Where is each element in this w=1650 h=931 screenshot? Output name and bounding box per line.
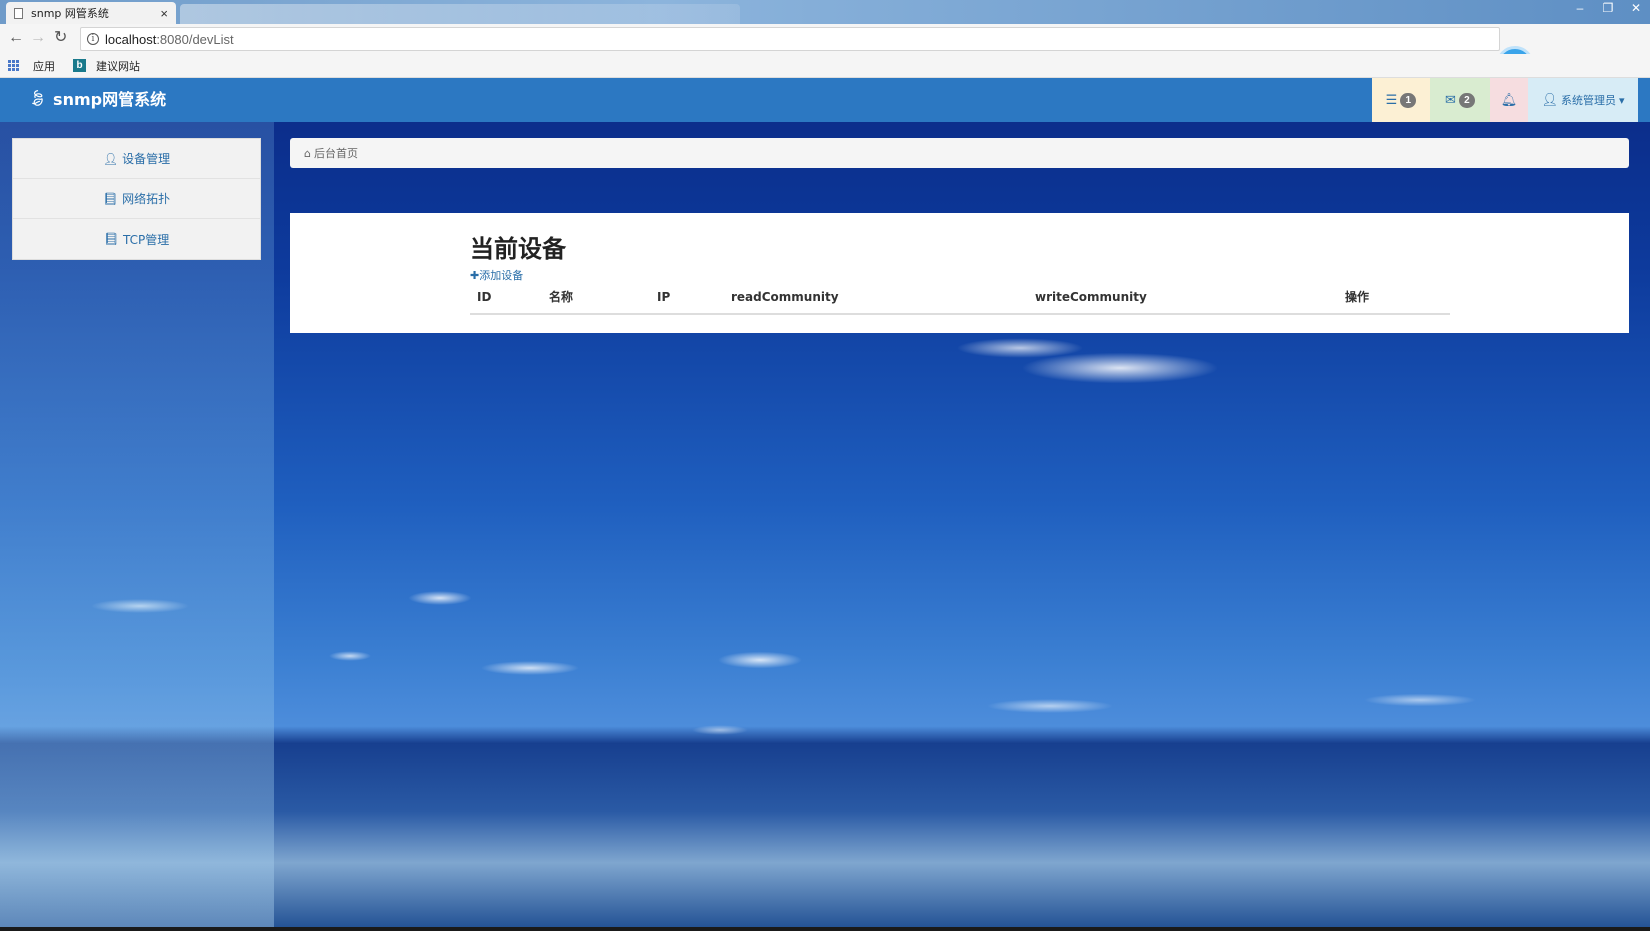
tasks-badge: 1: [1400, 92, 1417, 108]
info-icon[interactable]: i: [87, 33, 99, 45]
browser-tabstrip: snmp 网管系统 × – ❐ ✕: [0, 0, 1650, 24]
tab-close-icon[interactable]: ×: [160, 6, 168, 21]
breadcrumb: ⌂ 后台首页: [290, 138, 1629, 168]
bottom-strip: [0, 927, 1650, 931]
tab-title: snmp 网管系统: [31, 7, 109, 20]
bookmarks-bar: 应用 b 建议网站: [0, 54, 1650, 78]
browser-tab-inactive[interactable]: [180, 4, 740, 24]
column-header-actions: 操作: [1338, 282, 1450, 315]
column-header-read-community: readCommunity: [724, 282, 1028, 315]
brand[interactable]: 🍃︎ snmp网管系统: [28, 86, 166, 110]
column-header-name: 名称: [542, 282, 650, 315]
column-header-write-community: writeCommunity: [1028, 282, 1338, 315]
book-icon: 📘︎: [103, 232, 119, 246]
caret-down-icon: ▾: [1618, 93, 1625, 107]
user-icon: 👤︎: [1541, 92, 1558, 108]
add-device-label: 添加设备: [479, 269, 524, 282]
bookmark-apps[interactable]: 应用: [33, 58, 55, 74]
user-label: 系统管理员: [1560, 94, 1616, 107]
book-icon: 📘︎: [102, 191, 119, 206]
sidebar-item-label: 网络拓扑: [122, 192, 171, 206]
minimize-icon[interactable]: –: [1574, 1, 1586, 15]
browser-tab-active[interactable]: snmp 网管系统 ×: [6, 2, 176, 24]
window-controls: – ❐ ✕: [1574, 1, 1642, 15]
url-text: localhost:8080/devList: [105, 31, 234, 47]
home-icon: ⌂: [304, 146, 311, 160]
close-window-icon[interactable]: ✕: [1630, 1, 1642, 15]
user-dropdown[interactable]: 👤︎ 系统管理员 ▾: [1528, 78, 1638, 122]
bing-icon[interactable]: b: [73, 59, 86, 72]
restore-icon[interactable]: ❐: [1602, 1, 1614, 15]
device-table: ID 名称 IP readCommunity writeCommunity 操作: [470, 282, 1450, 315]
sidebar-item-label: 设备管理: [122, 152, 171, 166]
sidebar-item-tcp-management[interactable]: 📘︎ TCP管理: [13, 219, 260, 259]
back-arrow-icon[interactable]: ←: [8, 30, 24, 46]
sidebar-item-label: TCP管理: [122, 232, 170, 247]
url-input[interactable]: i localhost:8080/devList: [80, 27, 1500, 51]
tasks-dropdown[interactable]: ☰ 1: [1372, 78, 1430, 122]
sidebar-menu: 👤︎ 设备管理 📘︎ 网络拓扑 📘︎ TCP管理: [12, 138, 261, 260]
bell-icon: 🔔︎: [1500, 92, 1518, 107]
messages-dropdown[interactable]: ✉ 2: [1430, 78, 1490, 122]
brand-title: snmp网管系统: [53, 90, 167, 109]
column-header-ip: IP: [650, 282, 724, 315]
forward-arrow-icon[interactable]: →: [30, 30, 46, 46]
top-navbar: 🍃︎ snmp网管系统 ☰ 1 ✉ 2 🔔︎ 👤︎ 系统管理员 ▾: [0, 78, 1650, 122]
navbar-right: ☰ 1 ✉ 2 🔔︎ 👤︎ 系统管理员 ▾: [1372, 78, 1638, 122]
address-bar-row: ← → ↻ i localhost:8080/devList 00:00 | |…: [0, 24, 1650, 84]
table-header-row: ID 名称 IP readCommunity writeCommunity 操作: [470, 282, 1450, 315]
leaf-icon: 🍃︎: [28, 89, 48, 107]
device-list-panel: 当前设备 ✚添加设备 ID 名称 IP readCommunity writeC…: [290, 213, 1629, 333]
column-header-id: ID: [470, 282, 542, 315]
alerts-dropdown[interactable]: 🔔︎: [1490, 78, 1528, 122]
bookmark-suggested-sites[interactable]: 建议网站: [96, 58, 140, 74]
envelope-icon: ✉: [1445, 92, 1456, 107]
reload-icon[interactable]: ↻: [54, 30, 67, 46]
apps-grid-icon[interactable]: [8, 60, 19, 71]
tasks-icon: ☰: [1385, 92, 1398, 107]
sidebar-item-device-management[interactable]: 👤︎ 设备管理: [13, 139, 260, 179]
messages-badge: 2: [1458, 92, 1475, 108]
user-icon: 👤︎: [102, 151, 119, 166]
page-icon: [14, 7, 23, 19]
sidebar-item-network-topology[interactable]: 📘︎ 网络拓扑: [13, 179, 260, 219]
add-device-link[interactable]: ✚添加设备: [470, 267, 523, 283]
breadcrumb-home[interactable]: 后台首页: [314, 145, 358, 161]
plus-icon: ✚: [470, 269, 480, 282]
page-title: 当前设备: [470, 235, 566, 263]
page-background: 🍃︎ snmp网管系统 ☰ 1 ✉ 2 🔔︎ 👤︎ 系统管理员 ▾ 👤︎ 设备管…: [0, 78, 1650, 931]
